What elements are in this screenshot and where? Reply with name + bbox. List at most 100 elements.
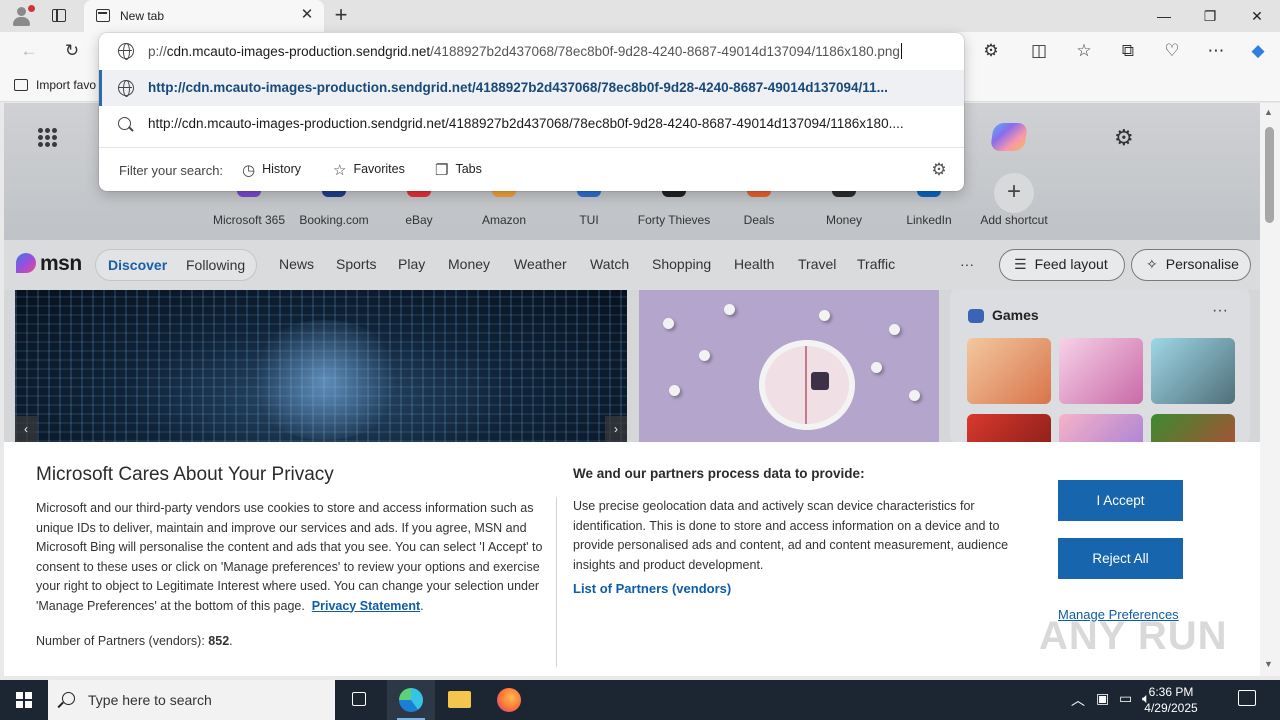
back-arrow-icon[interactable]: ← bbox=[18, 40, 40, 62]
suggestion-text: http://cdn.mcauto-images-production.send… bbox=[148, 116, 904, 131]
task-view-icon[interactable] bbox=[336, 680, 384, 720]
device-icon[interactable]: ▣ bbox=[1096, 690, 1109, 707]
tab-discover[interactable]: Discover bbox=[108, 257, 167, 273]
tab-following[interactable]: Following bbox=[186, 257, 245, 273]
personalise-button[interactable]: ✧ Personalise bbox=[1131, 249, 1251, 281]
filter-tabs-button[interactable]: ❐ Tabs bbox=[435, 161, 482, 179]
filter-favorites-button[interactable]: ☆ Favorites bbox=[333, 161, 405, 179]
file-explorer-icon[interactable] bbox=[436, 680, 484, 720]
new-tab-button[interactable]: + bbox=[330, 4, 352, 26]
nav-shopping[interactable]: Shopping bbox=[652, 256, 711, 272]
sliders-icon: ☰ bbox=[1014, 256, 1027, 272]
firefox-icon[interactable] bbox=[485, 680, 533, 720]
suggestion-search-item[interactable]: http://cdn.mcauto-images-production.send… bbox=[99, 106, 964, 142]
tab-close-button[interactable]: ✕ bbox=[298, 6, 316, 24]
nav-travel[interactable]: Travel bbox=[798, 256, 836, 272]
extensions-icon[interactable]: ⚙ bbox=[980, 40, 1002, 62]
taskbar-search-box[interactable]: Type here to search bbox=[48, 680, 335, 720]
url-host: cdn.mcauto-images-production.sendgrid.ne… bbox=[166, 44, 431, 59]
add-shortcut-plus-icon[interactable]: + bbox=[994, 173, 1034, 213]
more-menu-icon[interactable]: ⋯ bbox=[1205, 40, 1227, 62]
data-processing-body: Use precise geolocation data and activel… bbox=[573, 499, 1009, 572]
windows-start-icon[interactable] bbox=[16, 692, 32, 708]
partners-count: 852 bbox=[208, 634, 230, 648]
page-scrollbar[interactable]: ▲ ▼ bbox=[1260, 103, 1280, 676]
favorites-star-icon[interactable]: ☆ bbox=[1073, 40, 1095, 62]
shortcut-label: Money bbox=[825, 213, 863, 227]
nav-weather[interactable]: Weather bbox=[514, 256, 567, 272]
shortcut-label: Add shortcut bbox=[980, 213, 1048, 227]
filter-history-button[interactable]: ◷ History bbox=[242, 161, 301, 179]
shortcut-label: LinkedIn bbox=[906, 213, 952, 227]
search-icon bbox=[118, 117, 131, 130]
nav-play[interactable]: Play bbox=[398, 256, 425, 272]
close-window-button[interactable]: ✕ bbox=[1234, 0, 1280, 32]
brain-puzzle-card-image[interactable] bbox=[639, 290, 939, 442]
shortcut-label: Booking.com bbox=[299, 213, 369, 227]
search-settings-gear-icon[interactable]: ⚙ bbox=[930, 161, 948, 179]
copilot-logo-icon[interactable] bbox=[990, 123, 1028, 151]
hero-news-card-image[interactable]: ‹ › bbox=[15, 290, 627, 442]
notification-center-icon[interactable] bbox=[1238, 690, 1256, 706]
privacy-consent-banner: Microsoft Cares About Your Privacy Micro… bbox=[4, 442, 1260, 676]
scrollbar-thumb[interactable] bbox=[1265, 127, 1274, 223]
msn-butterfly-icon bbox=[16, 253, 36, 273]
games-title: Games bbox=[992, 307, 1039, 323]
nav-health[interactable]: Health bbox=[734, 256, 774, 272]
import-favorites-button[interactable]: Import favo bbox=[14, 78, 96, 92]
search-icon bbox=[62, 692, 75, 705]
split-screen-icon[interactable]: ◫ bbox=[1028, 40, 1050, 62]
network-icon[interactable]: ▭ bbox=[1119, 690, 1132, 707]
shortcut-label: Deals bbox=[743, 213, 775, 227]
copilot-icon[interactable]: ◆ bbox=[1247, 40, 1269, 62]
feed-layout-button[interactable]: ☰ Feed layout bbox=[999, 249, 1125, 281]
url-path: /4188927b2d437068/78ec8b0f-9d28-4240-868… bbox=[430, 44, 900, 59]
address-bar-dropdown: p://cdn.mcauto-images-production.sendgri… bbox=[99, 33, 964, 191]
scroll-up-arrow-icon[interactable]: ▲ bbox=[1264, 107, 1273, 117]
game-tile[interactable] bbox=[1059, 338, 1143, 404]
game-tile[interactable] bbox=[967, 338, 1051, 404]
import-icon bbox=[14, 79, 28, 91]
accept-button[interactable]: I Accept bbox=[1058, 480, 1183, 521]
carousel-next-button[interactable]: › bbox=[605, 416, 627, 442]
list-of-partners-link[interactable]: List of Partners (vendors) bbox=[573, 581, 731, 596]
msn-logo[interactable]: msn bbox=[16, 252, 82, 276]
show-hidden-icons-chevron-icon[interactable]: ︿ bbox=[1071, 690, 1085, 710]
edge-taskbar-icon[interactable] bbox=[387, 680, 435, 720]
privacy-statement-link[interactable]: Privacy Statement bbox=[312, 599, 420, 613]
nav-money[interactable]: Money bbox=[448, 256, 490, 272]
filter-favorites-label: Favorites bbox=[353, 162, 405, 176]
refresh-icon[interactable]: ↻ bbox=[61, 40, 83, 62]
tab-actions-icon[interactable] bbox=[50, 7, 70, 25]
minimize-button[interactable]: — bbox=[1141, 0, 1187, 32]
nav-sports[interactable]: Sports bbox=[336, 256, 376, 272]
nav-watch[interactable]: Watch bbox=[590, 256, 629, 272]
performance-icon[interactable]: ♡ bbox=[1161, 40, 1183, 62]
windows-taskbar: Type here to search ︿ ▣ ▭ 🔈︎ 6:36 PM 4/2… bbox=[0, 680, 1280, 720]
page-settings-gear-icon[interactable]: ⚙ bbox=[1114, 125, 1134, 151]
maximize-button[interactable]: ❐ bbox=[1187, 0, 1233, 32]
suggestion-url-item[interactable]: http://cdn.mcauto-images-production.send… bbox=[99, 70, 964, 106]
profile-icon[interactable] bbox=[10, 5, 35, 27]
games-more-button[interactable]: ··· bbox=[1212, 302, 1228, 320]
carousel-prev-button[interactable]: ‹ bbox=[15, 416, 37, 442]
tab-new-tab[interactable]: New tab ✕ bbox=[84, 0, 324, 32]
privacy-divider bbox=[556, 497, 557, 667]
suggestion-text: http://cdn.mcauto-images-production.send… bbox=[148, 80, 888, 95]
nav-traffic[interactable]: Traffic bbox=[857, 256, 895, 272]
address-bar-input[interactable]: p://cdn.mcauto-images-production.sendgri… bbox=[99, 33, 964, 70]
game-tile[interactable] bbox=[1151, 338, 1235, 404]
feed-layout-label: Feed layout bbox=[1034, 256, 1108, 272]
privacy-body-text: Microsoft and our third-party vendors us… bbox=[36, 501, 543, 613]
clock-date: 4/29/2025 bbox=[1144, 701, 1198, 715]
search-filter-row: Filter your search: ◷ History ☆ Favorites … bbox=[99, 147, 964, 191]
address-bar-text[interactable]: p://cdn.mcauto-images-production.sendgri… bbox=[148, 43, 944, 59]
taskbar-clock[interactable]: 6:36 PM 4/29/2025 bbox=[1136, 684, 1206, 716]
scroll-down-arrow-icon[interactable]: ▼ bbox=[1264, 659, 1273, 669]
nav-news[interactable]: News bbox=[279, 256, 314, 272]
reject-all-button[interactable]: Reject All bbox=[1058, 538, 1183, 579]
collections-icon[interactable]: ⧉ bbox=[1117, 40, 1139, 62]
nav-more-button[interactable]: ··· bbox=[960, 256, 974, 272]
apps-launcher-icon[interactable] bbox=[38, 128, 58, 148]
title-bar: New tab ✕ + — ❐ ✕ bbox=[0, 0, 1280, 32]
